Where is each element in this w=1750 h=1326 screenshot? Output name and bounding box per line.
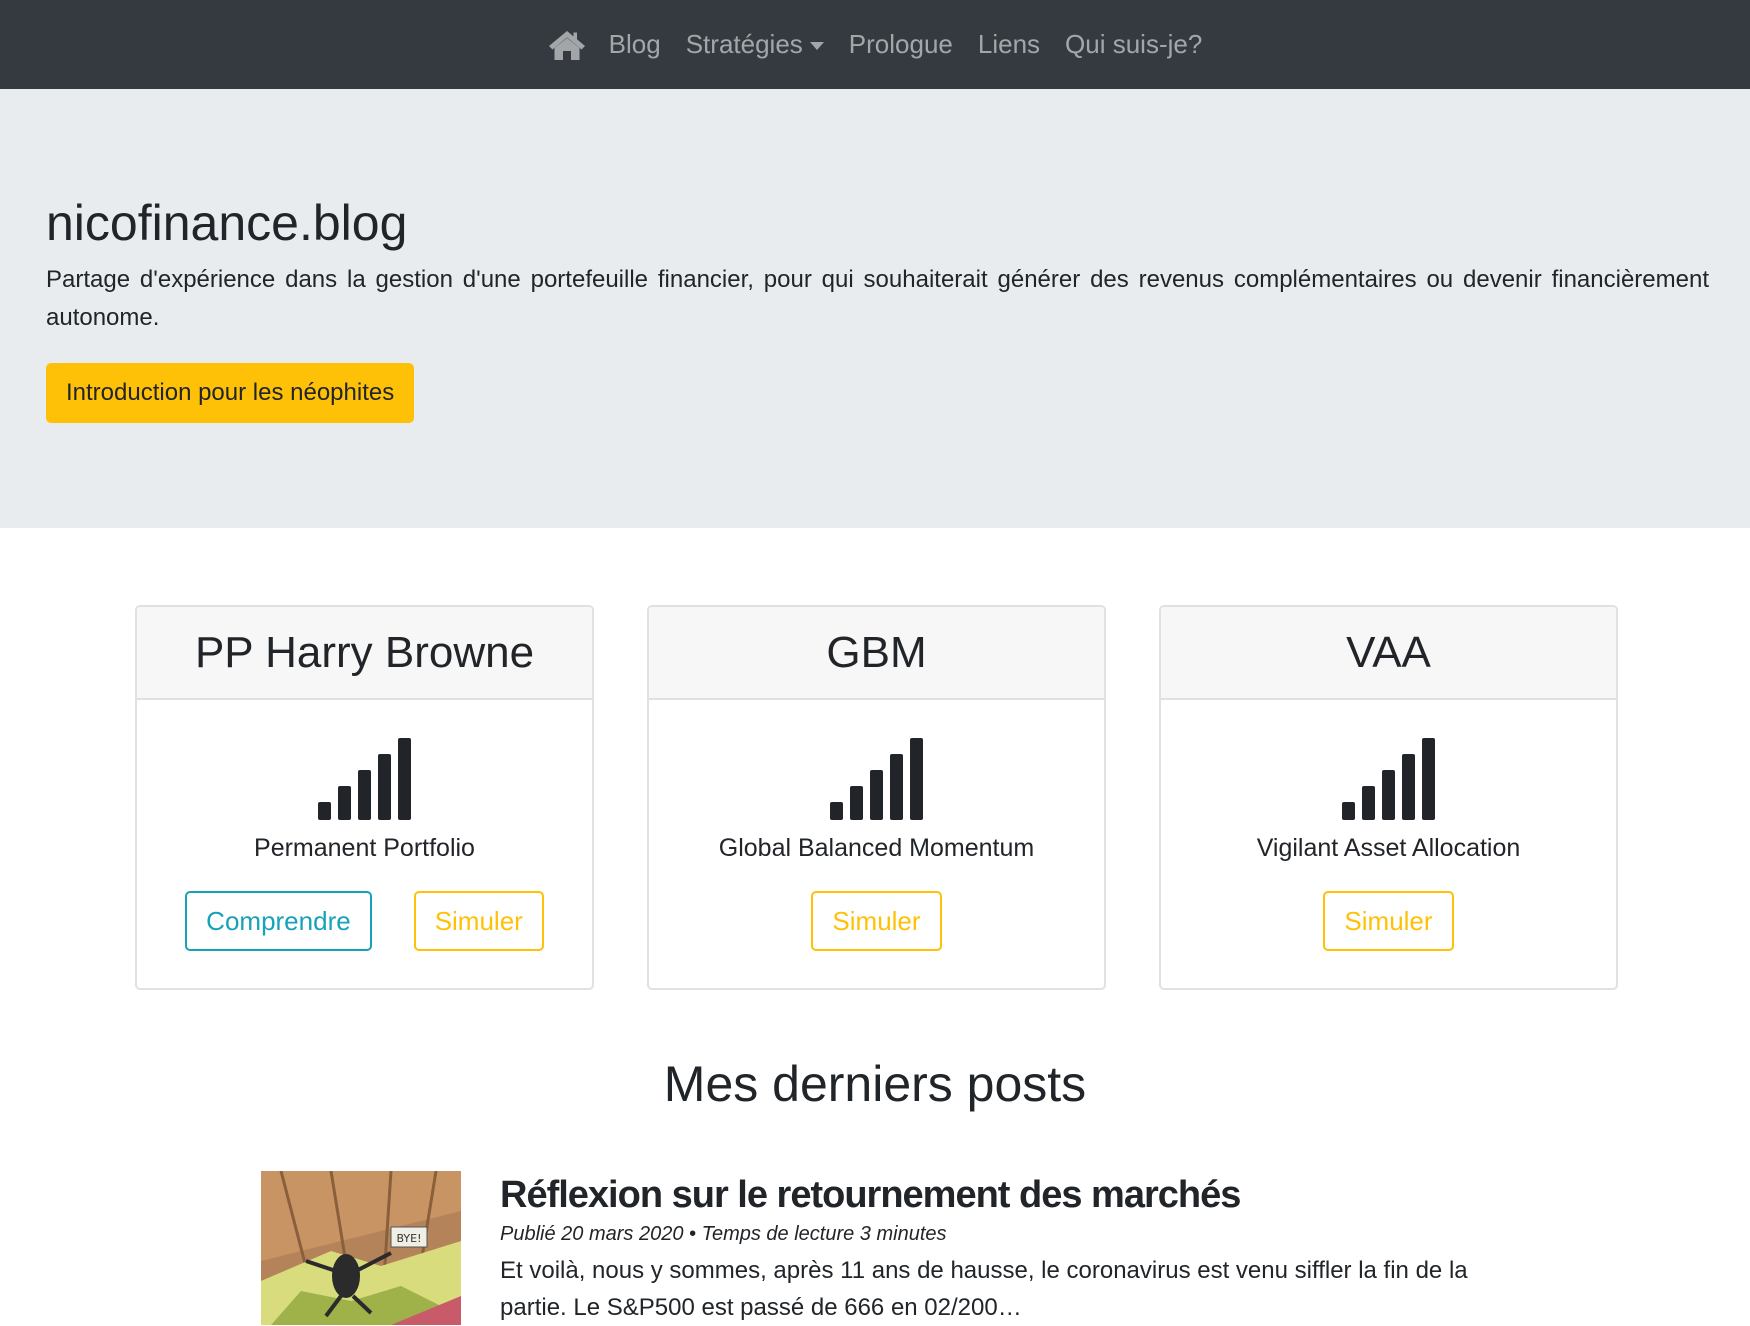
post-meta: Publié 20 mars 2020 • Temps de lecture 3… [500, 1223, 947, 1245]
strategy-card-pp: PP Harry Browne Permanent Portfolio Comp… [135, 605, 594, 990]
card-body: Vigilant Asset Allocation Simuler [1161, 738, 1616, 951]
home-icon [548, 30, 585, 60]
nav-liens-label: Liens [977, 29, 1041, 59]
home-link[interactable] [548, 29, 586, 61]
post-thumbnail[interactable]: BYE! [261, 1171, 461, 1325]
nav-qui-suis-je[interactable]: Qui suis-je? [1065, 29, 1202, 60]
nav-prologue[interactable]: Prologue [849, 29, 953, 60]
post-thumbnail-image: BYE! [261, 1171, 461, 1325]
thumb-sign-text: BYE! [396, 1232, 421, 1245]
post-content: Réflexion sur le retournement des marché… [500, 1171, 1500, 1326]
card-buttons: Comprendre Simuler [137, 891, 592, 951]
card-subtitle: Global Balanced Momentum [718, 834, 1035, 862]
nav-strategies-label: Stratégies [685, 29, 803, 59]
card-subtitle: Vigilant Asset Allocation [1256, 834, 1521, 862]
card-body: Permanent Portfolio Comprendre Simuler [137, 738, 592, 951]
signal-bars-icon [1161, 738, 1616, 820]
card-title: VAA [1161, 607, 1616, 700]
post-excerpt: Et voilà, nous y sommes, après 11 ans de… [500, 1257, 1468, 1321]
signal-bars-icon [649, 738, 1104, 820]
posts-heading: Mes derniers posts [663, 1056, 1087, 1112]
signal-bars-icon [137, 738, 592, 820]
nav-liens[interactable]: Liens [978, 29, 1040, 60]
card-buttons: Simuler [649, 891, 1104, 951]
nav-blog[interactable]: Blog [609, 29, 661, 60]
nav-strategies-dropdown[interactable]: Stratégies [686, 29, 824, 60]
card-title: PP Harry Browne [137, 607, 592, 700]
nav-qui-suis-je-label: Qui suis-je? [1065, 29, 1203, 59]
nav-menu: Blog Stratégies Prologue Liens Qui suis-… [548, 29, 1202, 61]
navbar: Blog Stratégies Prologue Liens Qui suis-… [0, 0, 1750, 89]
simuler-button[interactable]: Simuler [1323, 891, 1454, 951]
post-title[interactable]: Réflexion sur le retournement des marché… [500, 1171, 1500, 1219]
nav-blog-label: Blog [608, 29, 661, 59]
card-body: Global Balanced Momentum Simuler [649, 738, 1104, 951]
strategy-card-vaa: VAA Vigilant Asset Allocation Simuler [1159, 605, 1618, 990]
nav-prologue-label: Prologue [848, 29, 953, 59]
intro-button[interactable]: Introduction pour les néophites [46, 363, 415, 423]
simuler-button[interactable]: Simuler [413, 891, 544, 951]
site-title: nicofinance.blog [46, 195, 408, 251]
strategy-card-gbm: GBM Global Balanced Momentum Simuler [647, 605, 1106, 990]
card-subtitle: Permanent Portfolio [254, 834, 475, 862]
caret-down-icon [809, 41, 824, 50]
comprendre-button[interactable]: Comprendre [185, 891, 372, 951]
card-buttons: Simuler [1161, 891, 1616, 951]
card-title: GBM [649, 607, 1104, 700]
jumbotron: nicofinance.blog Partage d'expérience da… [0, 89, 1750, 528]
site-tagline: Partage d'expérience dans la gestion d'u… [46, 266, 1709, 331]
simuler-button[interactable]: Simuler [811, 891, 942, 951]
